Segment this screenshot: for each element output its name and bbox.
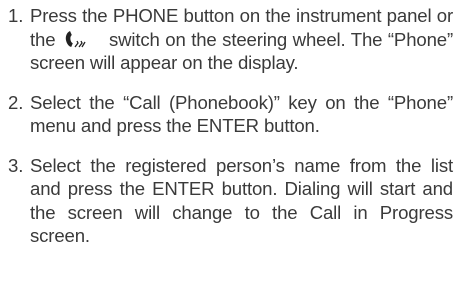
step-number: 2. <box>8 91 24 113</box>
step-2: 2. Select the “Call (Phonebook)” key on … <box>0 91 463 138</box>
step-number: 3. <box>8 154 24 176</box>
instruction-steps: 1. Press the PHONE button on the instrum… <box>0 0 463 248</box>
phone-handset-icon <box>63 30 89 48</box>
step-text: Select the “Call (Phonebook)” key on the… <box>30 91 453 137</box>
step-text-after-icon: switch on the steering wheel. The “Phone… <box>30 28 453 74</box>
step-text: Press the PHONE button on the instrument… <box>30 4 453 75</box>
step-text: Select the registered person’s name from… <box>30 154 453 247</box>
step-3: 3. Select the registered person’s name f… <box>0 154 463 248</box>
step-number: 1. <box>8 5 24 26</box>
step-1: 1. Press the PHONE button on the instrum… <box>0 4 463 75</box>
